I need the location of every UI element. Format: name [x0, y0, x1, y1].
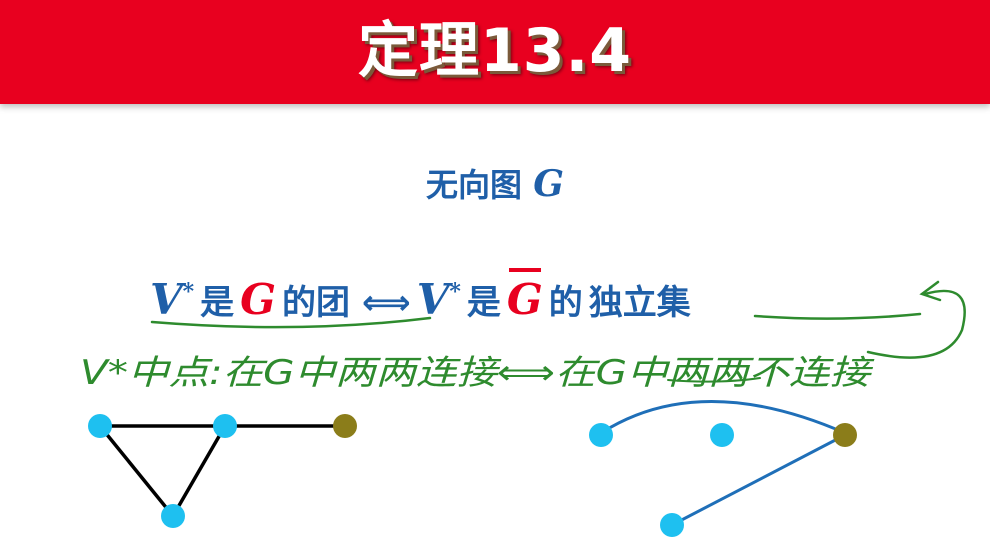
vertex-left-b	[213, 414, 237, 438]
edge-left-a-c	[98, 424, 175, 518]
edge-right-c-d	[671, 433, 846, 527]
vertex-left-a	[88, 414, 112, 438]
vertex-left-c	[161, 504, 185, 528]
underline-independent-set	[753, 312, 922, 320]
vertex-right-b	[710, 423, 734, 447]
vertex-right-c	[660, 513, 684, 537]
graph-left	[88, 414, 357, 528]
vertex-right-d	[833, 423, 857, 447]
underline-clique	[150, 316, 432, 329]
graph-right	[589, 400, 857, 537]
edge-left-b-c	[171, 425, 227, 517]
vertex-right-a	[589, 423, 613, 447]
handwritten-note: V*中点:在G中两两连接⟺在G中两两不连接	[80, 353, 875, 393]
arrow-curve	[866, 289, 966, 359]
vertex-left-d	[333, 414, 357, 438]
annotation-layer: V*中点:在G中两两连接⟺在G中两两不连接	[80, 280, 966, 537]
